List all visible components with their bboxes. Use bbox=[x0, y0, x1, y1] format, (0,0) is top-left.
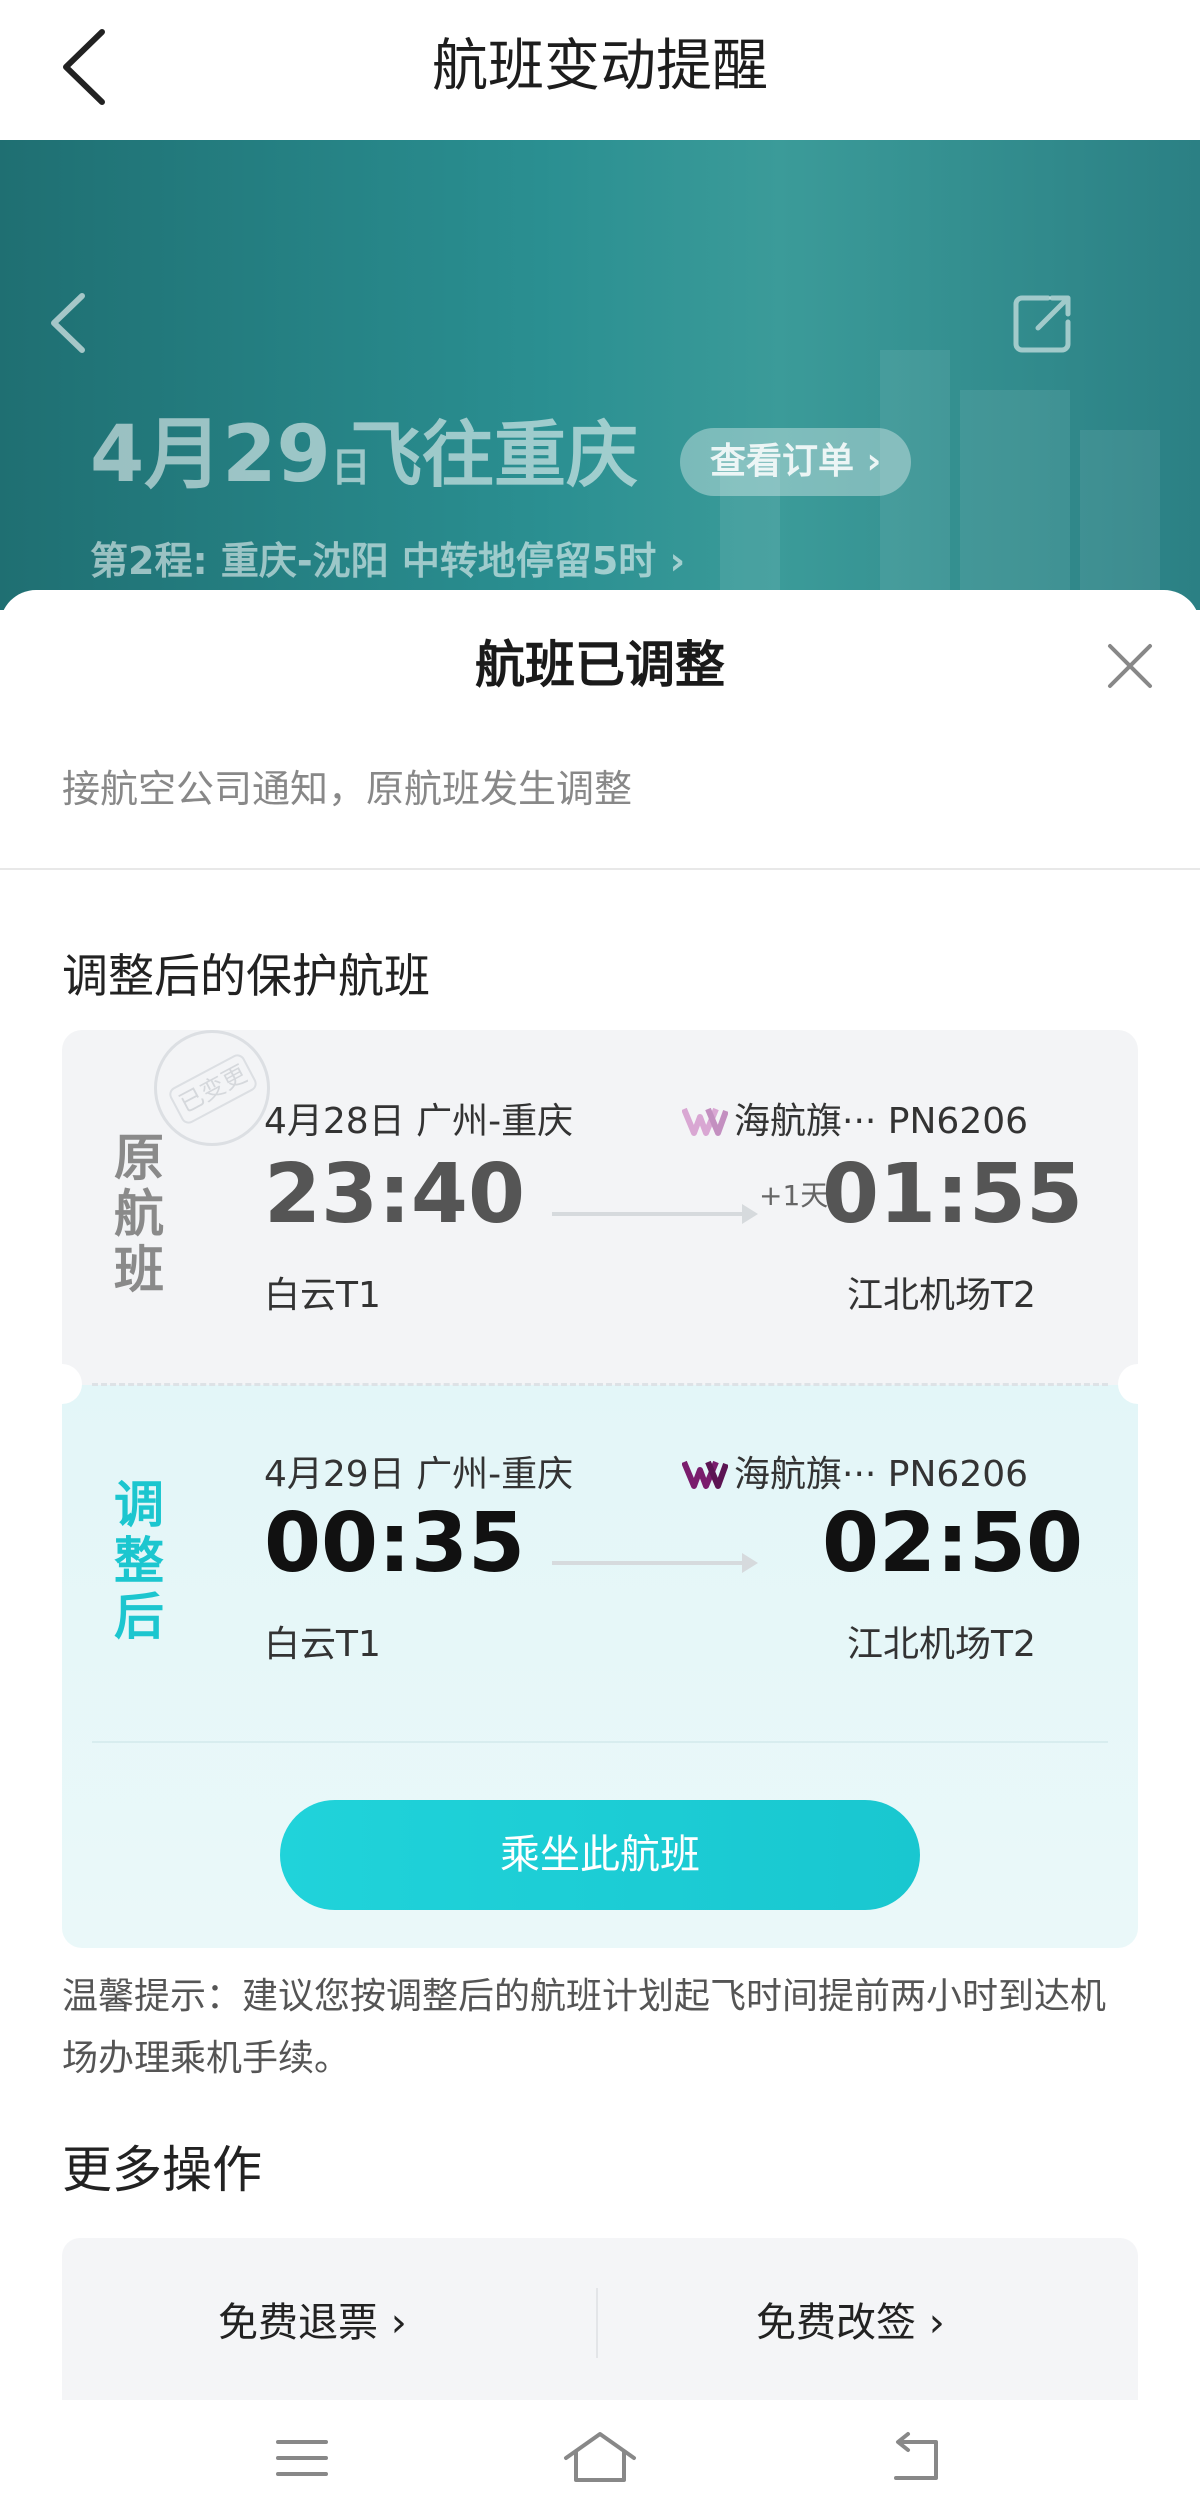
departure-time: 00:35 bbox=[264, 1496, 526, 1591]
flight-date-route: 4月28日 广州-重庆 bbox=[264, 1101, 574, 1142]
close-icon[interactable] bbox=[1100, 636, 1160, 696]
flight-arrow-icon bbox=[552, 1204, 758, 1224]
flight-change-sheet: 航班已调整 接航空公司通知，原航班发生调整 调整后的保护航班 已变更 原 航 班… bbox=[0, 590, 1200, 2517]
choose-this-flight-button[interactable]: 乘坐此航班 bbox=[280, 1800, 920, 1910]
travel-tip: 温馨提示：建议您按调整后的航班计划起飞时间提前两小时到达机场办理乘机手续。 bbox=[62, 1976, 1107, 2079]
top-nav-bar: 航班变动提醒 bbox=[0, 0, 1200, 140]
divider bbox=[92, 1741, 1108, 1743]
section-title: 调整后的保护航班 bbox=[62, 949, 430, 1003]
arrival-airport: 江北机场T2 bbox=[847, 1624, 1036, 1665]
label-char: 原 bbox=[114, 1129, 164, 1187]
system-nav-bar bbox=[0, 2400, 1200, 2517]
hero-back-icon[interactable] bbox=[46, 288, 90, 358]
building-decoration bbox=[1080, 430, 1160, 610]
airline-name: 海航旗··· PN6206 bbox=[734, 1101, 1029, 1142]
home-icon[interactable] bbox=[560, 2428, 640, 2488]
label-char: 调 bbox=[114, 1476, 164, 1534]
airline-logo-icon bbox=[682, 1107, 728, 1136]
ticket-notch bbox=[1118, 1364, 1158, 1404]
more-actions-panel: 免费退票 › 免费改签 › bbox=[62, 2238, 1138, 2408]
trip-destination: 飞往重庆 bbox=[350, 413, 639, 497]
airline-logo-icon bbox=[682, 1460, 728, 1489]
flight-arrow-icon bbox=[552, 1553, 758, 1573]
label-char: 航 bbox=[114, 1185, 164, 1243]
new-flight-label: 调 整 后 bbox=[104, 1477, 174, 1645]
building-decoration bbox=[960, 390, 1070, 610]
arrival-time: 01:55 bbox=[822, 1147, 1084, 1242]
flight-date-route: 4月29日 广州-重庆 bbox=[264, 1454, 574, 1495]
back-icon[interactable] bbox=[876, 2428, 956, 2488]
departure-airport: 白云T1 bbox=[264, 1624, 381, 1665]
label-char: 班 bbox=[114, 1241, 164, 1299]
share-icon[interactable] bbox=[1008, 288, 1078, 358]
page-title: 航班变动提醒 bbox=[432, 34, 768, 99]
trip-leg-info[interactable]: 第2程: 重庆-沈阳 中转地停留5时 › bbox=[90, 530, 685, 585]
more-actions-title: 更多操作 bbox=[62, 2141, 262, 2199]
next-day-badge: +1天 bbox=[759, 1179, 829, 1212]
trip-date: 4月29日 bbox=[90, 410, 371, 513]
sheet-title: 航班已调整 bbox=[475, 636, 725, 694]
airline-name: 海航旗··· PN6206 bbox=[734, 1454, 1029, 1495]
ticket-notch bbox=[42, 1364, 82, 1404]
trip-hero-banner: 4月29日 飞往重庆 查看订单 › 第2程: 重庆-沈阳 中转地停留5时 › bbox=[0, 140, 1200, 610]
trip-date-day: 4月29 bbox=[90, 410, 331, 500]
ticket-divider bbox=[92, 1383, 1108, 1386]
arrival-time: 02:50 bbox=[822, 1496, 1084, 1591]
label-char: 整 bbox=[114, 1532, 164, 1590]
departure-time: 23:40 bbox=[264, 1147, 526, 1242]
stamp-text: 已变更 bbox=[166, 1051, 260, 1127]
original-flight-panel: 已变更 原 航 班 4月28日 广州-重庆 海航旗··· PN6206 23:4… bbox=[62, 1030, 1138, 1385]
divider bbox=[596, 2288, 598, 2358]
free-change-button[interactable]: 免费改签 › bbox=[756, 2290, 945, 2356]
view-order-button[interactable]: 查看订单 › bbox=[680, 428, 912, 496]
airline-info: 海航旗··· PN6206 bbox=[682, 1092, 1028, 1144]
departure-airport: 白云T1 bbox=[264, 1275, 381, 1316]
original-flight-label: 原 航 班 bbox=[104, 1130, 174, 1298]
label-char: 后 bbox=[114, 1588, 164, 1646]
arrival-airport: 江北机场T2 bbox=[847, 1275, 1036, 1316]
free-refund-button[interactable]: 免费退票 › bbox=[218, 2290, 407, 2356]
changed-stamp: 已变更 bbox=[154, 1030, 270, 1146]
sheet-subtitle: 接航空公司通知，原航班发生调整 bbox=[62, 767, 633, 811]
airline-info: 海航旗··· PN6206 bbox=[682, 1445, 1028, 1497]
menu-icon[interactable] bbox=[262, 2428, 342, 2488]
divider bbox=[0, 868, 1200, 870]
